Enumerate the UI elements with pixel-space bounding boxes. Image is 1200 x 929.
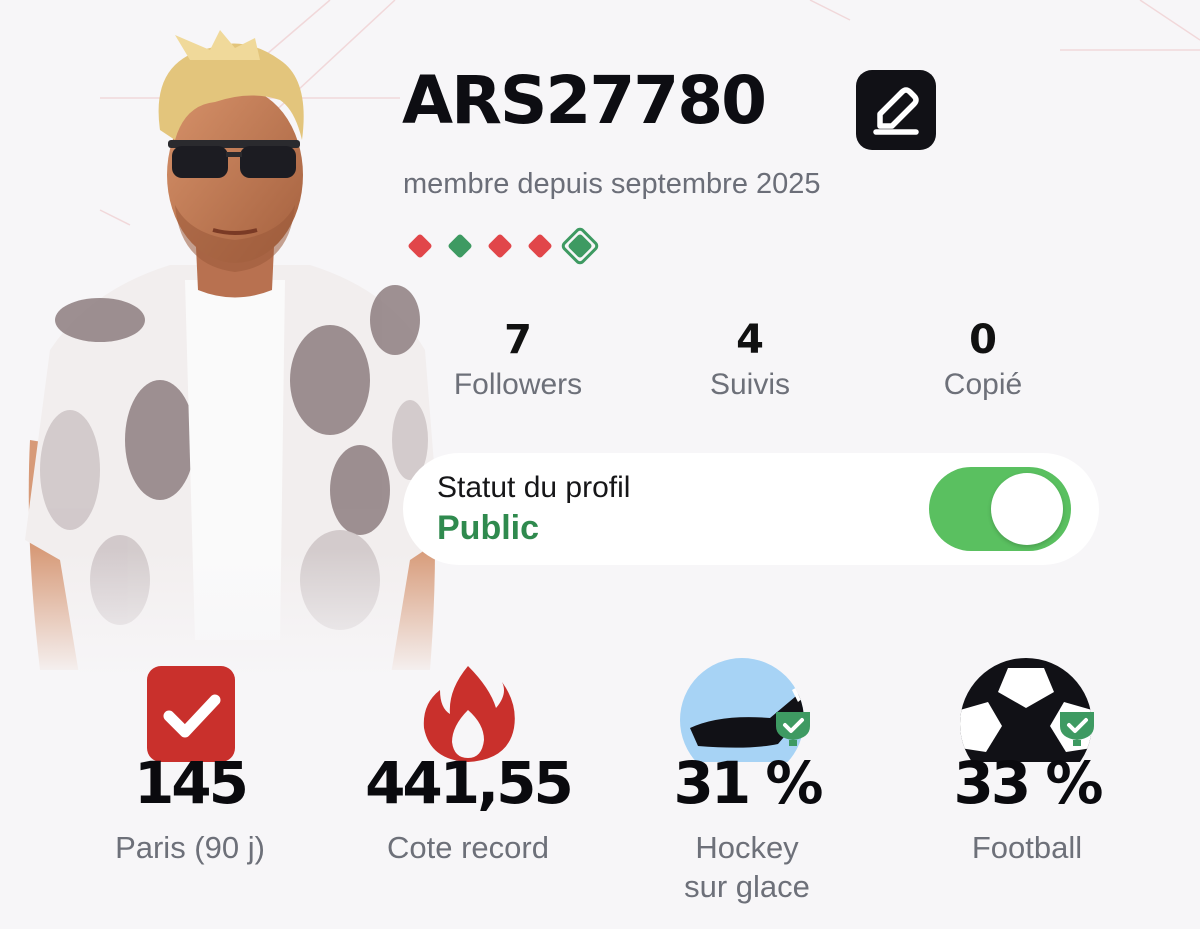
edit-icon bbox=[873, 87, 919, 135]
member-since: membre depuis septembre 2025 bbox=[403, 168, 821, 200]
avatar bbox=[10, 20, 450, 680]
stat-copied[interactable]: 0 Copié bbox=[883, 320, 1083, 402]
kpi-bets: 145 Paris (90 j) bbox=[75, 662, 305, 902]
kpi-football: 33 % Football bbox=[912, 658, 1142, 902]
kpi-value: 441,55 bbox=[365, 749, 574, 817]
stat-value: 0 bbox=[969, 317, 997, 363]
kpi-label-line: sur glace bbox=[684, 869, 810, 904]
kpi-value: 31 % bbox=[673, 749, 823, 817]
kpi-hockey: 31 % Hockey sur glace bbox=[632, 658, 862, 922]
football-icon bbox=[960, 658, 1094, 762]
stat-followers[interactable]: 7 Followers bbox=[418, 320, 618, 402]
edit-profile-button[interactable] bbox=[856, 70, 936, 150]
kpi-label: Hockey sur glace bbox=[632, 828, 862, 906]
status-title: Statut du profil bbox=[437, 471, 631, 504]
form-indicator-win bbox=[448, 234, 472, 258]
status-value: Public bbox=[437, 509, 540, 547]
kpi-label: Football bbox=[971, 830, 1083, 865]
stat-value: 7 bbox=[504, 317, 532, 363]
stat-label: Followers bbox=[453, 368, 583, 401]
bets-check-icon bbox=[147, 666, 235, 762]
stat-following[interactable]: 4 Suivis bbox=[650, 320, 850, 402]
profile-visibility-toggle[interactable] bbox=[929, 467, 1071, 551]
recent-form-indicators bbox=[408, 227, 599, 265]
username: ARS27780 bbox=[402, 62, 767, 139]
profile-status-card: Statut du profil Public bbox=[403, 453, 1099, 565]
toggle-knob bbox=[991, 473, 1063, 545]
kpi-label: Paris (90 j) bbox=[115, 830, 265, 865]
kpi-label: Cote record bbox=[387, 830, 549, 865]
form-indicator-loss bbox=[488, 234, 512, 258]
stat-label: Suivis bbox=[709, 368, 791, 401]
form-indicator-loss bbox=[408, 234, 432, 258]
form-indicator-loss bbox=[528, 234, 552, 258]
stat-value: 4 bbox=[736, 317, 764, 363]
kpi-value: 145 bbox=[133, 749, 249, 817]
kpi-value: 33 % bbox=[953, 749, 1103, 817]
hockey-stick-icon bbox=[680, 658, 810, 762]
kpi-label-line: Hockey bbox=[695, 830, 799, 865]
stat-label: Copié bbox=[943, 368, 1023, 401]
kpi-record-odds: 441,55 Cote record bbox=[353, 662, 583, 902]
